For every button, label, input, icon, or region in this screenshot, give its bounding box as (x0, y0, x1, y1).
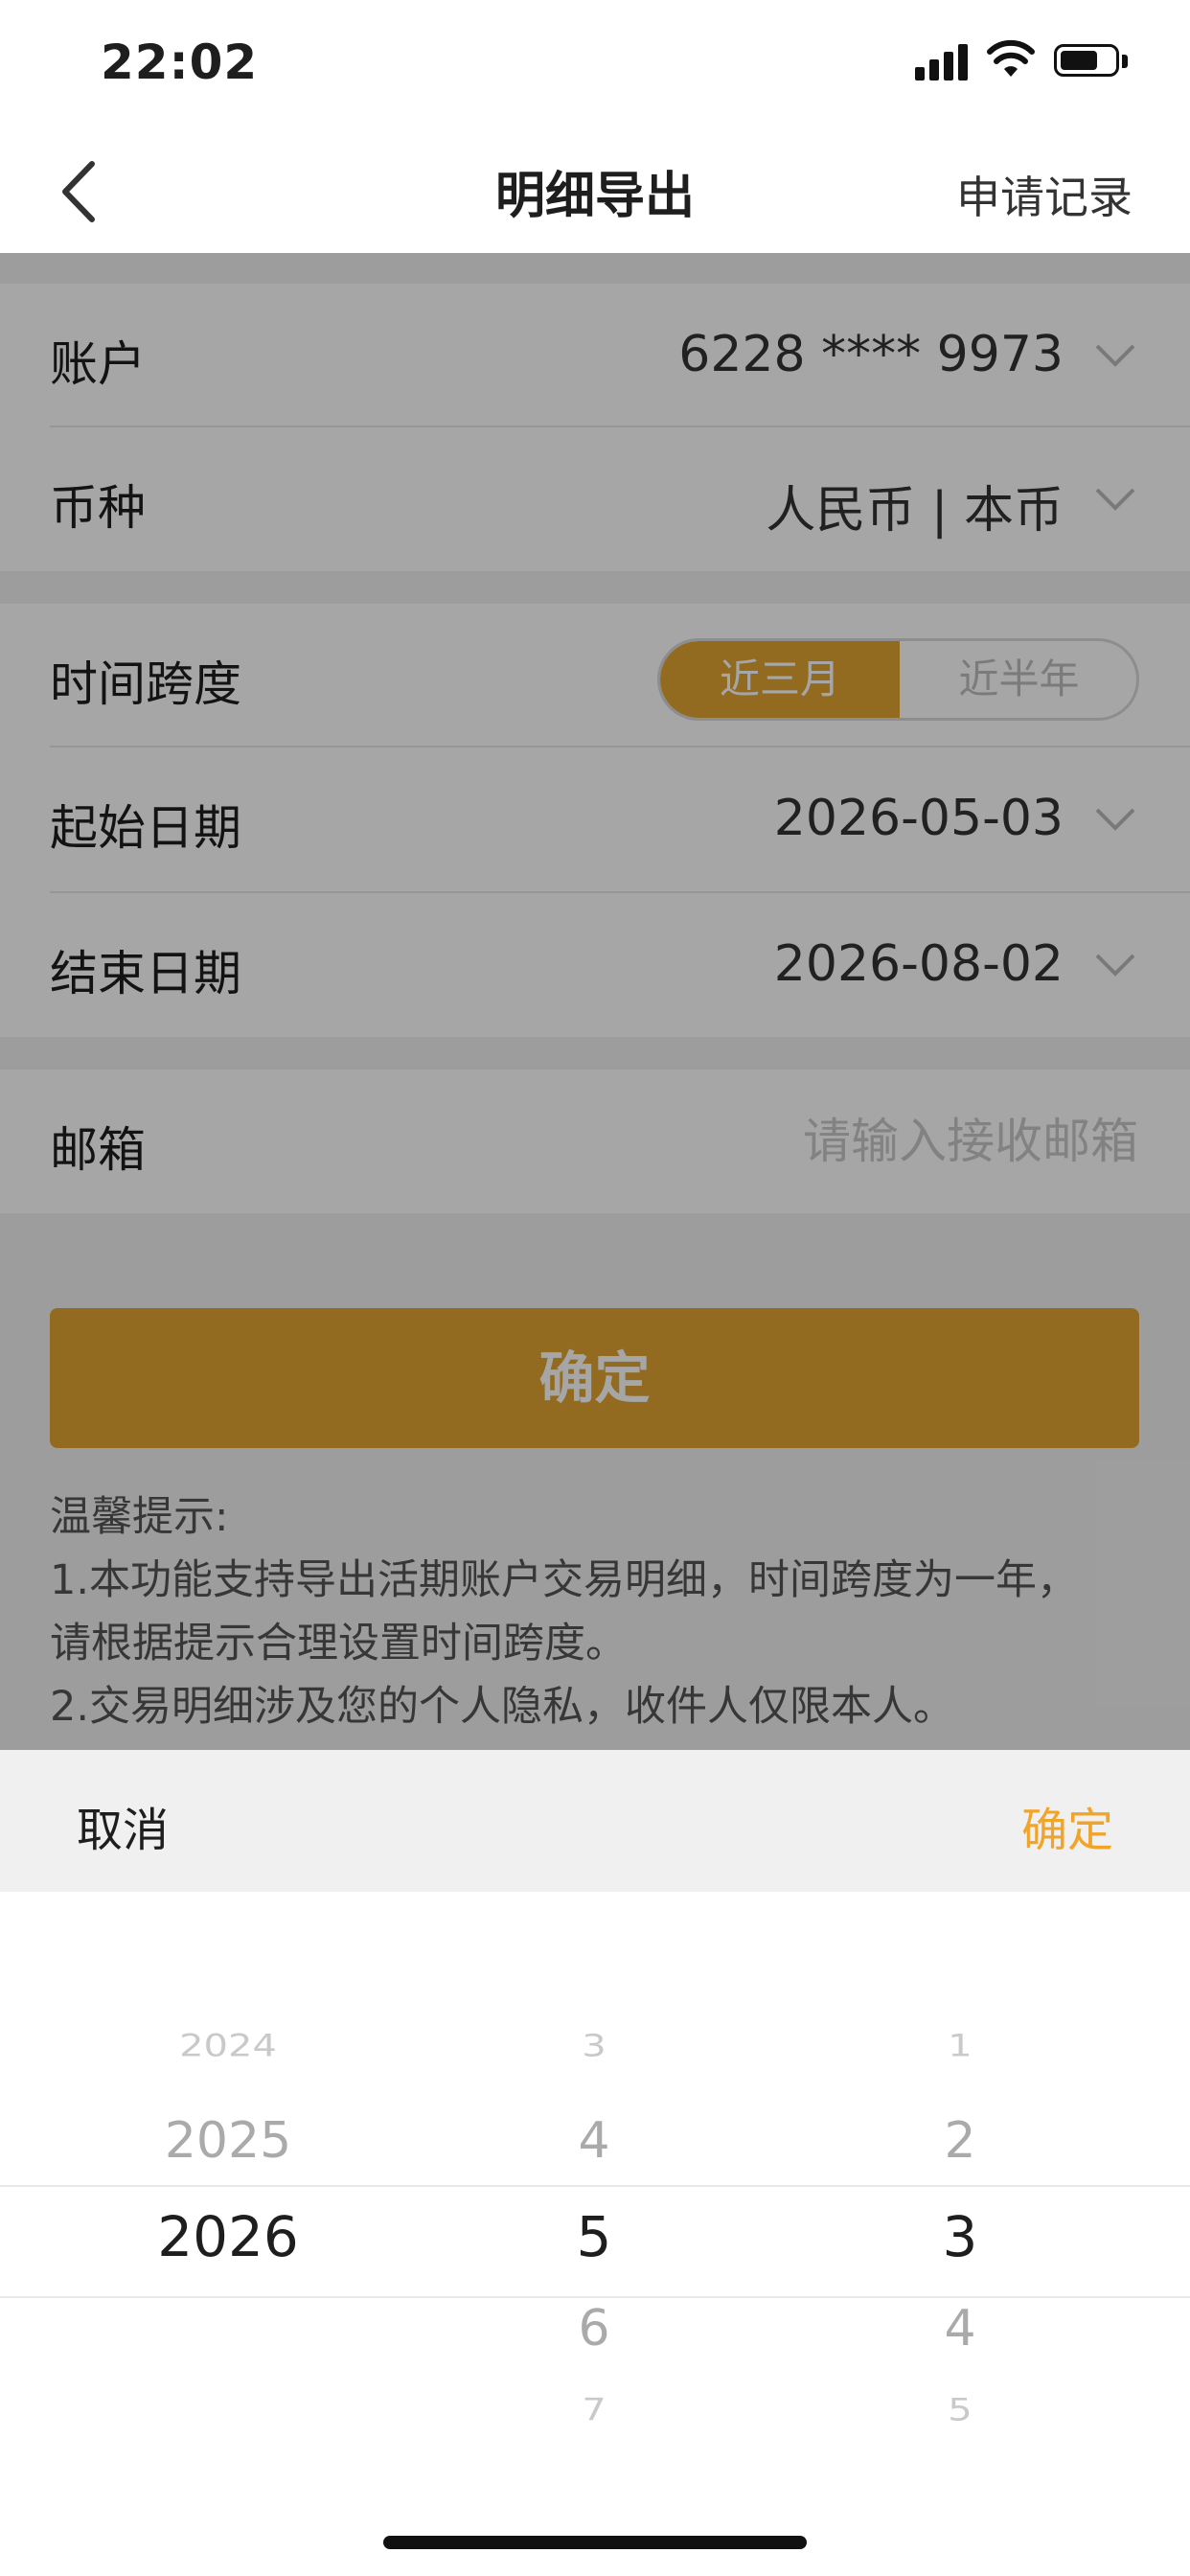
year-option[interactable]: 2025 (36, 2112, 420, 2170)
wifi-icon (987, 39, 1035, 77)
month-option[interactable]: 7 (402, 2393, 786, 2428)
home-indicator[interactable] (383, 2536, 807, 2549)
picker-toolbar (0, 1750, 1190, 1892)
month-option[interactable]: 4 (402, 2112, 786, 2170)
month-option[interactable]: 6 (402, 2300, 786, 2358)
battery-icon (1054, 44, 1129, 80)
year-option-selected[interactable]: 2026 (36, 2204, 420, 2269)
day-option[interactable]: 5 (768, 2393, 1152, 2428)
modal-overlay[interactable] (0, 253, 1190, 1750)
apply-records-link[interactable]: 申请记录 (956, 163, 1133, 226)
month-option[interactable]: 3 (402, 2029, 786, 2064)
year-option[interactable]: 2024 (36, 2029, 420, 2064)
status-time: 22:02 (101, 34, 259, 90)
picker-confirm-button[interactable]: 确定 (1021, 1792, 1113, 1859)
cellular-signal-icon (915, 42, 969, 80)
day-option[interactable]: 1 (768, 2029, 1152, 2064)
month-wheel[interactable]: 3 4 5 6 7 (402, 2012, 786, 2453)
year-wheel[interactable]: 2024 2025 2026 (36, 2012, 420, 2453)
day-option[interactable]: 2 (768, 2112, 1152, 2170)
day-wheel[interactable]: 1 2 3 4 5 (768, 2012, 1152, 2453)
month-option-selected[interactable]: 5 (402, 2204, 786, 2269)
day-option[interactable]: 4 (768, 2300, 1152, 2358)
day-option-selected[interactable]: 3 (768, 2204, 1152, 2269)
picker-cancel-button[interactable]: 取消 (77, 1792, 169, 1859)
